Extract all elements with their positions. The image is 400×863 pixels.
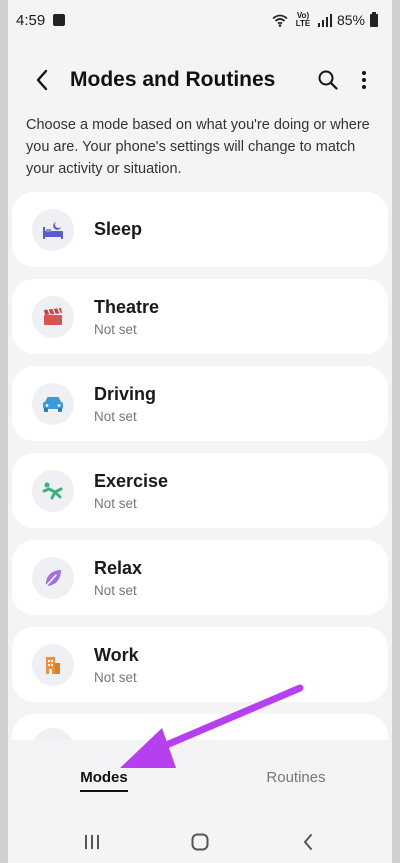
status-time: 4:59 (16, 11, 46, 29)
network-label: Vo) LTE (295, 11, 311, 28)
modes-list: Sleep Theatre Not set Driving Not set Ex… (12, 192, 388, 766)
tab-active-indicator (80, 790, 128, 792)
more-options-button[interactable] (346, 58, 382, 102)
mode-text: Driving Not set (94, 384, 156, 424)
system-back-button[interactable] (278, 824, 338, 860)
chevron-left-icon (304, 833, 312, 850)
page-description: Choose a mode based on what you're doing… (26, 117, 370, 177)
mode-icon-container (32, 643, 74, 686)
bed-icon (43, 221, 63, 239)
mode-text: Theatre Not set (94, 297, 159, 337)
mode-icon-container (32, 469, 74, 512)
bottom-bar: Modes Routines (8, 740, 392, 863)
mode-icon-container (32, 295, 74, 338)
status-bar: 4:59 Vo) LTE 85% (8, 0, 392, 40)
search-button[interactable] (310, 58, 346, 102)
home-button[interactable] (170, 824, 230, 860)
page-title: Modes and Routines (70, 68, 276, 91)
mode-name: Exercise (94, 470, 169, 491)
mode-text: Work Not set (94, 645, 139, 685)
app-header: Modes and Routines (8, 56, 392, 104)
clapperboard-icon (44, 307, 62, 325)
mode-icon-container (32, 556, 74, 599)
mode-name: Work (94, 644, 139, 665)
mode-text: Sleep (94, 219, 142, 240)
gallery-notification-icon (53, 14, 66, 26)
mode-card-driving[interactable]: Driving Not set (12, 366, 388, 441)
mode-icon-container (32, 208, 74, 251)
leaf-icon (45, 569, 61, 587)
home-icon (191, 833, 209, 850)
status-right: Vo) LTE 85% (272, 11, 378, 28)
wifi-icon (272, 14, 288, 27)
mode-card-theatre[interactable]: Theatre Not set (12, 279, 388, 354)
tab-label: Modes (80, 769, 128, 786)
back-arrow-icon (36, 69, 48, 91)
mode-status: Not set (94, 408, 137, 424)
mode-status: Not set (94, 669, 137, 685)
back-button[interactable] (20, 58, 64, 102)
tab-routines[interactable]: Routines (200, 740, 392, 820)
building-icon (46, 656, 60, 674)
mode-status: Not set (94, 321, 137, 337)
mode-card-relax[interactable]: Relax Not set (12, 540, 388, 615)
phone-screen: 4:59 Vo) LTE 85% Modes and Routines Choo… (8, 0, 392, 863)
running-icon (42, 482, 63, 499)
mode-name: Relax (94, 557, 143, 578)
mode-text: Relax Not set (94, 558, 142, 598)
mode-status: Not set (94, 495, 137, 511)
car-icon (43, 396, 63, 412)
status-left: 4:59 (16, 11, 66, 29)
bottom-tabs: Modes Routines (8, 740, 392, 820)
mode-card-exercise[interactable]: Exercise Not set (12, 453, 388, 528)
mode-name: Driving (94, 383, 157, 404)
mode-card-sleep[interactable]: Sleep (12, 192, 388, 267)
signal-icon (317, 13, 332, 27)
mode-name: Sleep (94, 219, 143, 239)
battery-percent: 85% (336, 12, 365, 28)
tab-label: Routines (266, 769, 326, 786)
mode-icon-container (32, 382, 74, 425)
mode-status: Not set (94, 582, 137, 598)
more-vertical-icon (362, 71, 366, 89)
tab-modes[interactable]: Modes (8, 740, 200, 820)
mode-card-work[interactable]: Work Not set (12, 627, 388, 702)
mode-text: Exercise Not set (94, 471, 168, 511)
battery-icon (370, 11, 378, 27)
system-nav-bar (8, 820, 392, 863)
recents-icon (85, 834, 99, 849)
recents-button[interactable] (62, 824, 122, 860)
mode-name: Theatre (94, 296, 160, 317)
search-icon (318, 70, 338, 90)
